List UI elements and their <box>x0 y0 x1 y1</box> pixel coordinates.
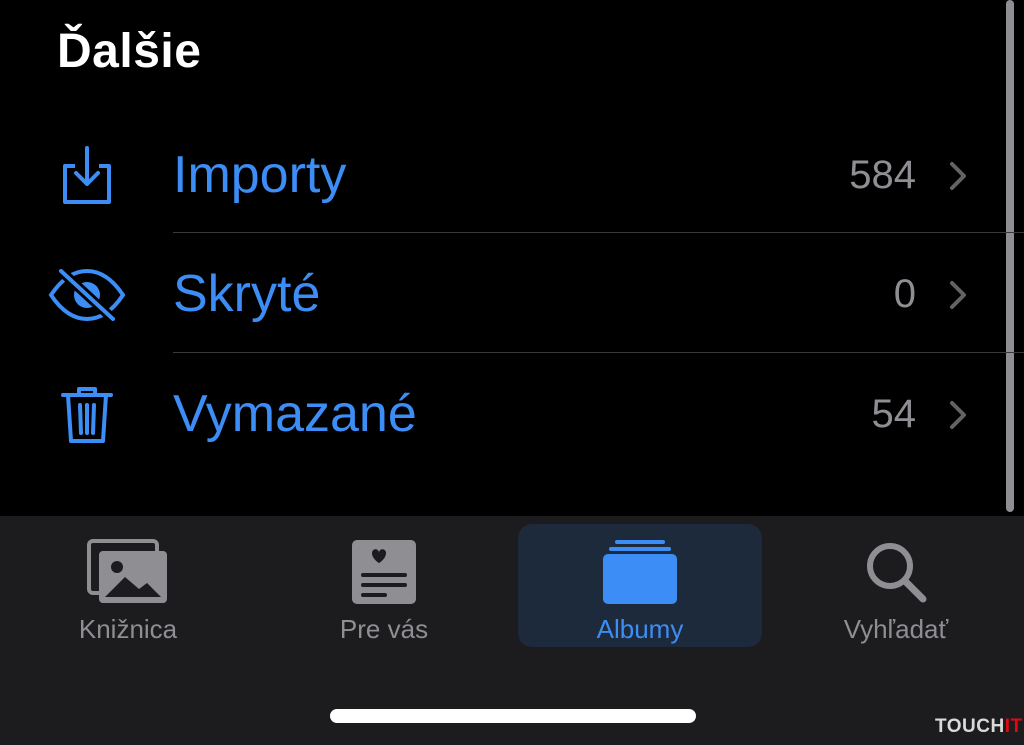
watermark-suffix: IT <box>1004 716 1023 737</box>
albums-icon <box>518 536 762 608</box>
tab-label: Albumy <box>596 614 684 644</box>
search-icon <box>774 536 1018 608</box>
list-item-label: Skryté <box>173 265 321 323</box>
tab-vyhladat[interactable]: Vyhľadať <box>774 524 1018 647</box>
item-count: 54 <box>871 392 917 436</box>
list-item-label: Importy <box>173 146 347 204</box>
watermark-prefix: TOUCH <box>935 716 1005 737</box>
divider <box>173 352 1024 353</box>
item-count: 0 <box>893 272 916 316</box>
watermark: TOUCHIT <box>935 716 1023 738</box>
tab-kniznica[interactable]: Knižnica <box>6 524 250 647</box>
home-indicator[interactable] <box>330 709 696 723</box>
for-you-icon <box>262 536 506 608</box>
page-title: Ďalšie <box>57 25 202 78</box>
tab-pre-vas[interactable]: Pre vás <box>262 524 506 647</box>
list-item-skryte[interactable]: Skryté 0 <box>0 235 1004 354</box>
item-count: 584 <box>849 153 916 197</box>
list-item-importy[interactable]: Importy 584 <box>0 116 1004 235</box>
eye-slash-icon <box>40 235 134 354</box>
divider <box>173 232 1024 233</box>
photos-icon <box>6 536 250 608</box>
chevron-right-icon <box>946 355 970 474</box>
chevron-right-icon <box>946 116 970 235</box>
tab-albumy[interactable]: Albumy <box>518 524 762 647</box>
tab-label: Knižnica <box>78 614 178 644</box>
list-item-label: Vymazané <box>173 385 417 443</box>
chevron-right-icon <box>946 235 970 354</box>
tab-label: Pre vás <box>339 614 429 644</box>
trash-icon <box>40 355 134 474</box>
scroll-indicator[interactable] <box>1006 0 1014 512</box>
list-item-vymazane[interactable]: Vymazané 54 <box>0 355 1004 474</box>
import-icon <box>40 116 134 235</box>
tab-label: Vyhľadať <box>843 614 949 644</box>
